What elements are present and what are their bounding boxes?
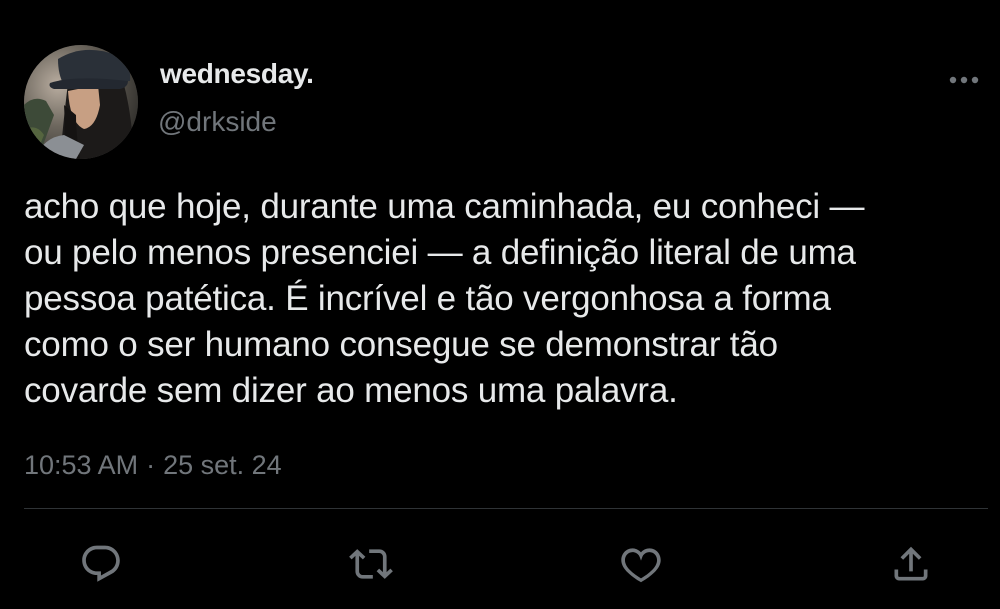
tweet-timestamp[interactable]: 10:53 AM · 25 set. 24 bbox=[24, 450, 282, 481]
share-button[interactable] bbox=[888, 541, 934, 587]
divider bbox=[24, 508, 988, 509]
avatar[interactable] bbox=[24, 45, 138, 159]
heart-icon bbox=[621, 548, 661, 583]
tweet-card: wednesday. @drkside acho que hoje, duran… bbox=[0, 0, 1000, 609]
tweet-date: 25 set. 24 bbox=[163, 450, 282, 480]
display-name[interactable]: wednesday. bbox=[160, 58, 314, 90]
retweet-icon bbox=[349, 549, 393, 579]
more-options-button[interactable] bbox=[944, 66, 984, 94]
more-options-icon bbox=[949, 76, 979, 84]
share-icon bbox=[894, 546, 928, 581]
like-button[interactable] bbox=[618, 541, 664, 587]
retweet-button[interactable] bbox=[348, 541, 394, 587]
tweet-text: acho que hoje, durante uma caminhada, eu… bbox=[24, 187, 865, 410]
meta-separator: · bbox=[146, 450, 156, 480]
reply-button[interactable] bbox=[78, 541, 124, 587]
username-handle[interactable]: @drkside bbox=[158, 106, 277, 138]
reply-icon bbox=[82, 545, 120, 582]
avatar-photo bbox=[24, 45, 138, 159]
tweet-time: 10:53 AM bbox=[24, 450, 139, 480]
